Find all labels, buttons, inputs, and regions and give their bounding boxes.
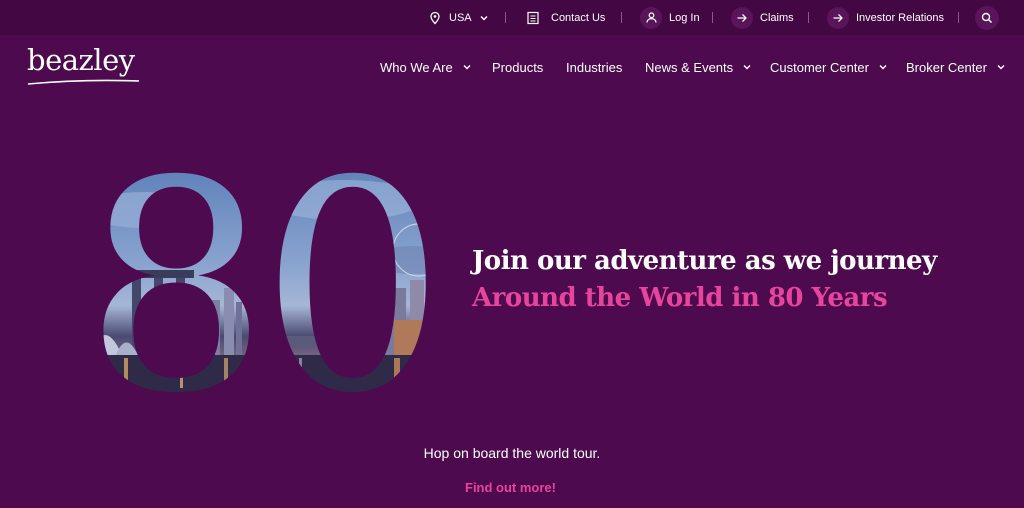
- login-link[interactable]: Log In: [640, 0, 700, 35]
- hero-tagline: Hop on board the world tour.: [423, 445, 601, 461]
- brand-wordmark: beazley: [27, 43, 135, 77]
- search-button[interactable]: [975, 6, 999, 30]
- location-pin-icon: [430, 11, 440, 24]
- contact-card-icon: [527, 11, 539, 24]
- nav-label: Who We Are: [380, 59, 453, 75]
- nav-news-events[interactable]: News & Events: [645, 56, 752, 78]
- nav-broker-center[interactable]: Broker Center: [906, 56, 1006, 78]
- nav-label: Customer Center: [770, 59, 869, 75]
- search-icon: [981, 12, 993, 24]
- headline-line-2: Around the World in 80 Years: [472, 283, 888, 313]
- contact-us-label: Contact Us: [551, 11, 606, 24]
- logo-swoosh: [27, 79, 140, 85]
- headline-line-1: Join our adventure as we journey: [472, 246, 937, 276]
- chevron-down-icon: [997, 65, 1005, 70]
- login-label: Log In: [669, 11, 700, 24]
- hero-80-graphic: 80: [84, 160, 438, 395]
- divider: [808, 12, 809, 23]
- utility-bar: USA Contact Us Log In Claims Investor Re…: [0, 0, 1024, 35]
- contact-us-link[interactable]: Contact Us: [526, 0, 605, 35]
- arrow-right-icon: [731, 6, 753, 29]
- chevron-down-icon: [463, 65, 471, 70]
- investor-relations-label: Investor Relations: [856, 11, 945, 24]
- divider: [958, 12, 959, 23]
- nav-label: Industries: [566, 59, 623, 75]
- divider: [712, 12, 713, 23]
- nav-industries[interactable]: Industries: [566, 56, 622, 78]
- nav-products[interactable]: Products: [492, 56, 543, 78]
- region-selector[interactable]: USA: [428, 0, 489, 35]
- find-out-more-link[interactable]: Find out more!: [465, 480, 556, 495]
- nav-label: News & Events: [645, 59, 734, 75]
- claims-label: Claims: [760, 11, 794, 24]
- region-label: USA: [449, 11, 472, 24]
- chevron-down-icon: [879, 65, 887, 70]
- hero-headline: Join our adventure as we journey Around …: [472, 243, 937, 317]
- nav-label: Products: [492, 59, 544, 75]
- investor-relations-link[interactable]: Investor Relations: [827, 0, 944, 35]
- nav-who-we-are[interactable]: Who We Are: [380, 56, 472, 78]
- nav-customer-center[interactable]: Customer Center: [770, 56, 888, 78]
- nav-label: Broker Center: [906, 59, 987, 75]
- brand-logo[interactable]: beazley: [27, 46, 142, 88]
- arrow-right-icon: [827, 6, 849, 29]
- divider: [621, 12, 622, 23]
- divider: [505, 12, 506, 23]
- chevron-down-icon: [480, 15, 488, 20]
- hero-tagline-wrap: Hop on board the world tour.: [0, 445, 1024, 461]
- user-icon: [640, 6, 662, 29]
- chevron-down-icon: [743, 65, 751, 70]
- claims-link[interactable]: Claims: [731, 0, 794, 35]
